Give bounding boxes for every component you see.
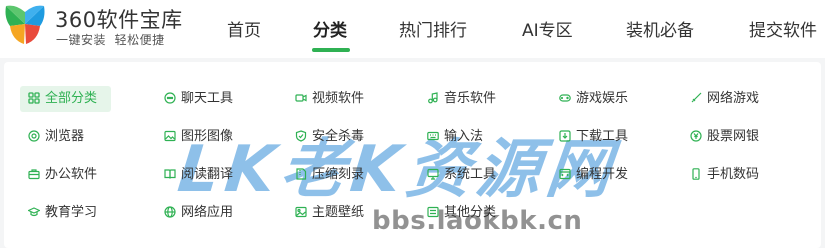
category-security[interactable]: 安全杀毒	[287, 124, 378, 150]
archive-icon	[295, 168, 307, 180]
code-icon	[559, 168, 571, 180]
category-compression[interactable]: 压缩刻录	[287, 162, 378, 188]
download-icon	[559, 130, 571, 142]
category-panel: LK老K资源网 bbs.laokbk.cn 全部分类 聊天工具 视频软件 音乐软…	[4, 62, 821, 248]
category-label: 全部分类	[45, 91, 98, 106]
category-other[interactable]: 其他分类	[419, 200, 510, 226]
category-all[interactable]: 全部分类	[20, 86, 112, 112]
category-label: 游戏娱乐	[576, 91, 629, 106]
video-icon	[295, 92, 307, 104]
chat-icon	[164, 92, 176, 104]
category-label: 教育学习	[45, 205, 98, 220]
nav-ai-zone[interactable]: AI专区	[522, 16, 573, 41]
category-label: 浏览器	[45, 129, 85, 144]
category-games[interactable]: 游戏娱乐	[551, 86, 642, 112]
category-label: 编程开发	[576, 167, 629, 182]
category-label: 聊天工具	[181, 91, 234, 106]
book-icon	[164, 168, 176, 180]
category-online-games[interactable]: 网络游戏	[682, 86, 773, 112]
keyboard-icon	[427, 130, 439, 142]
category-mobile-digital[interactable]: 手机数码	[682, 162, 773, 188]
yen-coin-icon	[690, 130, 702, 142]
nav-active-indicator	[312, 48, 350, 52]
category-network-apps[interactable]: 网络应用	[156, 200, 247, 226]
nav-home[interactable]: 首页	[227, 16, 261, 41]
nav-essentials[interactable]: 装机必备	[626, 16, 694, 41]
category-label: 视频软件	[312, 91, 365, 106]
main-nav: 首页 分类 热门排行 AI专区 装机必备 提交软件	[0, 16, 825, 52]
category-label: 音乐软件	[444, 91, 497, 106]
gamepad-icon	[559, 92, 571, 104]
header: 360软件宝库 一键安装 轻松便捷 首页 分类 热门排行 AI专区 装机必备 提…	[0, 0, 825, 58]
category-label: 阅读翻译	[181, 167, 234, 182]
image-icon	[164, 130, 176, 142]
category-label: 主题壁纸	[312, 205, 365, 220]
category-office[interactable]: 办公软件	[20, 162, 111, 188]
category-chat[interactable]: 聊天工具	[156, 86, 247, 112]
category-label: 办公软件	[45, 167, 98, 182]
shield-icon	[295, 130, 307, 142]
category-browser[interactable]: 浏览器	[20, 124, 98, 150]
nav-categories[interactable]: 分类	[313, 16, 347, 41]
browser-icon	[28, 130, 40, 142]
category-education[interactable]: 教育学习	[20, 200, 111, 226]
category-label: 股票网银	[707, 129, 760, 144]
category-download[interactable]: 下载工具	[551, 124, 642, 150]
music-icon	[427, 92, 439, 104]
nav-hot-ranking[interactable]: 热门排行	[399, 16, 467, 41]
sword-icon	[690, 92, 702, 104]
graduation-cap-icon	[28, 206, 40, 218]
category-label: 网络游戏	[707, 91, 760, 106]
category-label: 安全杀毒	[312, 129, 365, 144]
list-icon	[427, 206, 439, 218]
nav-submit-software[interactable]: 提交软件	[749, 16, 817, 41]
grid-icon	[28, 92, 40, 104]
globe-icon	[164, 206, 176, 218]
category-system-tools[interactable]: 系统工具	[419, 162, 510, 188]
category-label: 输入法	[444, 129, 484, 144]
category-label: 下载工具	[576, 129, 629, 144]
category-label: 网络应用	[181, 205, 234, 220]
category-graphics[interactable]: 图形图像	[156, 124, 247, 150]
category-themes-wallpapers[interactable]: 主题壁纸	[287, 200, 378, 226]
category-video[interactable]: 视频软件	[287, 86, 378, 112]
wallpaper-icon	[295, 206, 307, 218]
category-reading-translation[interactable]: 阅读翻译	[156, 162, 247, 188]
category-programming[interactable]: 编程开发	[551, 162, 642, 188]
category-input-method[interactable]: 输入法	[419, 124, 497, 150]
category-label: 系统工具	[444, 167, 497, 182]
category-label: 图形图像	[181, 129, 234, 144]
briefcase-icon	[28, 168, 40, 180]
category-label: 其他分类	[444, 205, 497, 220]
category-label: 压缩刻录	[312, 167, 365, 182]
system-icon	[427, 168, 439, 180]
category-label: 手机数码	[707, 167, 760, 182]
category-stocks-banking[interactable]: 股票网银	[682, 124, 773, 150]
phone-icon	[690, 168, 702, 180]
category-music[interactable]: 音乐软件	[419, 86, 510, 112]
